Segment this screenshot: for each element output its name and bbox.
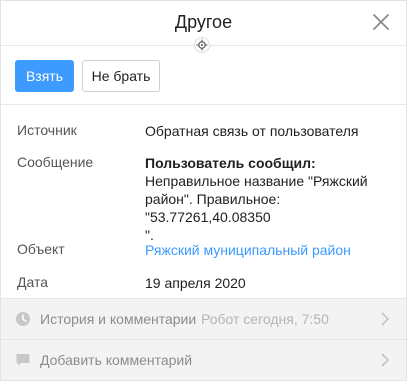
object-link[interactable]: Ряжский муниципальный район	[145, 241, 392, 259]
message-head: Пользователь сообщил:	[145, 155, 316, 171]
date-label: Дата	[17, 274, 49, 290]
object-label: Объект	[17, 241, 65, 257]
source-label: Источник	[17, 122, 77, 138]
history-row[interactable]: История и комментарии Робот сегодня, 7:5…	[1, 298, 406, 339]
take-button[interactable]: Взять	[15, 60, 74, 92]
skip-button[interactable]: Не брать	[82, 60, 160, 92]
panel-title: Другое	[174, 12, 233, 32]
task-panel: Другое Взять Не брать Источник Обратная …	[0, 0, 407, 381]
history-label: История и комментарии	[40, 311, 197, 327]
action-bar: Взять Не брать	[1, 46, 406, 105]
chevron-right-icon	[380, 353, 390, 367]
history-meta: Робот сегодня, 7:50	[201, 311, 329, 327]
add-comment-label: Добавить комментарий	[40, 352, 193, 368]
clock-icon	[15, 311, 31, 327]
message-line: район". Правильное: "53.77261,40.08350	[145, 191, 281, 225]
message-line: Неправильное название "Ряжский	[145, 173, 368, 189]
message-label: Сообщение	[17, 154, 94, 170]
close-icon[interactable]	[370, 11, 392, 33]
add-comment-row[interactable]: Добавить комментарий	[1, 339, 406, 380]
source-value: Обратная связь от пользователя	[145, 123, 359, 139]
comment-icon	[15, 352, 31, 368]
details-section: Источник Обратная связь от пользователя …	[1, 105, 406, 298]
message-value: Пользователь сообщил: Неправильное назва…	[145, 154, 392, 244]
date-value: 19 апреля 2020	[145, 275, 246, 291]
chevron-right-icon	[380, 312, 390, 326]
